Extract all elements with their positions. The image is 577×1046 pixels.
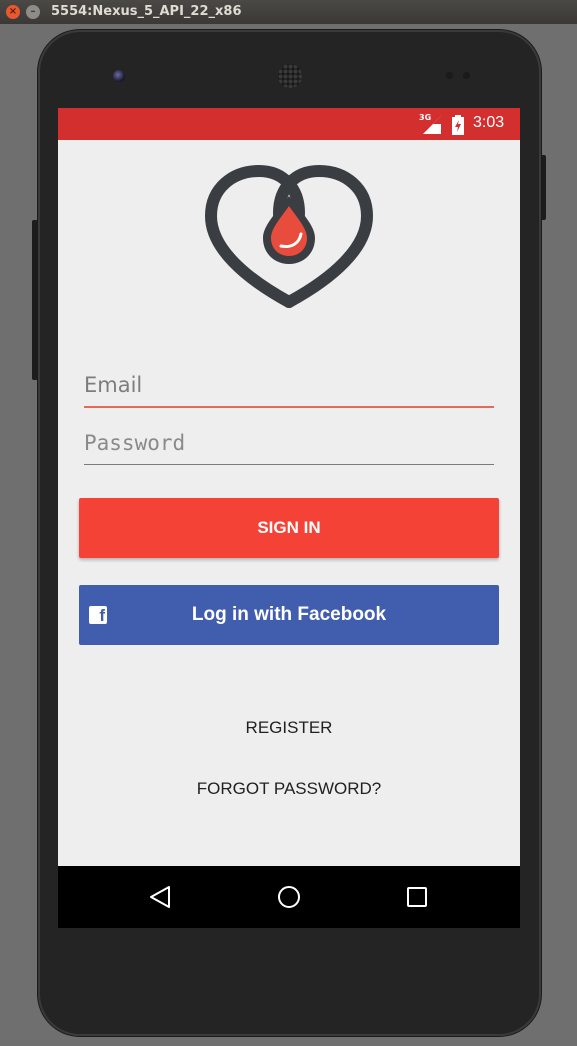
earpiece-speaker bbox=[278, 64, 302, 88]
battery-icon bbox=[452, 115, 464, 135]
emulator-title-bar: × – 5554:Nexus_5_API_22_x86 bbox=[0, 0, 577, 24]
email-field[interactable] bbox=[84, 370, 494, 408]
facebook-login-button[interactable]: f Log in with Facebook bbox=[79, 585, 499, 645]
device-screen: 3G 3:03 SIGN IN f Log in with Facebook R… bbox=[58, 108, 520, 928]
status-time: 3:03 bbox=[473, 114, 505, 131]
home-icon[interactable] bbox=[277, 885, 301, 909]
navigation-bar bbox=[58, 866, 520, 928]
front-camera bbox=[113, 70, 125, 82]
window-close-button[interactable]: × bbox=[6, 5, 20, 19]
window-minimize-button[interactable]: – bbox=[26, 5, 40, 19]
register-link[interactable]: REGISTER bbox=[58, 718, 520, 738]
window-title: 5554:Nexus_5_API_22_x86 bbox=[51, 4, 242, 19]
password-input[interactable] bbox=[84, 428, 494, 458]
forgot-password-link[interactable]: FORGOT PASSWORD? bbox=[58, 779, 520, 799]
proximity-sensor bbox=[446, 72, 453, 79]
facebook-icon-glyph: f bbox=[99, 606, 105, 625]
heart-blood-drop-icon bbox=[205, 165, 373, 308]
facebook-icon: f bbox=[89, 606, 107, 625]
email-input[interactable] bbox=[84, 370, 494, 400]
sign-in-label: SIGN IN bbox=[257, 518, 321, 537]
signal-icon bbox=[423, 116, 441, 134]
power-button bbox=[541, 155, 546, 220]
password-field[interactable] bbox=[84, 428, 494, 465]
status-bar: 3G 3:03 bbox=[58, 108, 520, 140]
light-sensor bbox=[463, 72, 470, 79]
recent-apps-icon[interactable] bbox=[406, 886, 428, 908]
sign-in-button[interactable]: SIGN IN bbox=[79, 498, 499, 558]
facebook-login-label: Log in with Facebook bbox=[191, 604, 387, 625]
back-icon[interactable] bbox=[148, 885, 172, 909]
